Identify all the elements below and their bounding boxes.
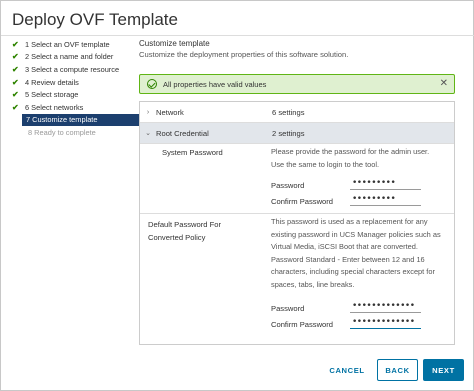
step-review-details[interactable]: ✔ 4 Review details [12,76,134,89]
group-name: Root Credential [156,128,209,138]
page-subtitle: Customize the deployment properties of t… [139,50,349,59]
deploy-ovf-dialog: Deploy OVF Template ✔ 1 Select an OVF tem… [0,0,474,391]
step-ready-to-complete: 8 Ready to complete [28,127,96,137]
success-check-circle-icon [147,79,157,89]
step-select-storage[interactable]: ✔ 5 Select storage [12,88,134,101]
description-line: Password Standard - Enter between 12 and… [271,254,425,264]
description-line: characters, including special characters… [271,267,435,276]
description-line: existing password in UCS Manager policie… [271,229,441,239]
step-customize-template[interactable]: 7 Customize template [22,113,139,127]
chevron-down-icon: ⌄ [145,130,151,137]
description-line: Use the same to login to the tool. [271,159,380,169]
system-password-input-label: Password [271,181,305,190]
validation-alert: All properties have valid values ✕ [139,74,455,94]
step-select-compute-resource[interactable]: ✔ 3 Select a compute resource [12,63,134,76]
description-line: Virtual Media, iSCSI Boot that are conve… [271,242,418,251]
default-confirm-password-field[interactable]: ••••••••••••• [350,317,421,329]
check-icon: ✔ [12,39,19,49]
default-password-description: This password is used as a replacement f… [271,216,441,291]
description-line: Please provide the password for the admi… [271,147,430,156]
system-confirm-password-label: Confirm Password [271,197,334,206]
section-divider [140,213,454,214]
system-password-label: System Password [162,148,223,157]
check-icon: ✔ [12,102,19,112]
default-password-label: Default Password For Converted Policy [148,218,221,244]
default-password-input-label: Password [271,304,305,313]
label-line: Default Password For [148,220,222,229]
description-line: This password is used as a replacement f… [271,217,428,226]
close-icon[interactable]: ✕ [440,78,448,89]
network-group-row[interactable]: › Network 6 settings [140,102,454,123]
check-icon: ✔ [12,64,19,74]
root-credential-group-row[interactable]: ⌄ Root Credential 2 settings [140,123,454,144]
content-header: Customize template Customize the deploym… [139,39,455,59]
step-select-name-folder[interactable]: ✔ 2 Select a name and folder [12,51,134,64]
check-icon: ✔ [12,52,19,62]
wizard-steps: ✔ 1 Select an OVF template ✔ 2 Select a na… [12,38,139,139]
group-settings-count: 2 settings [272,128,305,138]
back-button[interactable]: BACK [377,359,418,381]
description-line: spaces, tabs, line breaks. [271,279,355,289]
alert-message: All properties have valid values [163,79,267,89]
default-password-field[interactable]: ••••••••••••• [350,301,421,313]
group-settings-count: 6 settings [272,107,305,117]
label-line: Converted Policy [148,233,206,242]
page-title: Customize template [139,39,210,48]
dialog-title: Deploy OVF Template [12,10,178,29]
system-password-description: Please provide the password for the admi… [271,146,429,171]
properties-panel: › Network 6 settings ⌄ Root Credential 2… [139,101,455,345]
step-select-networks[interactable]: ✔ 6 Select networks [12,101,134,114]
title-divider [1,35,474,36]
system-confirm-password-field[interactable]: ••••••••• [350,194,421,206]
system-password-field[interactable]: ••••••••• [350,178,421,190]
check-icon: ✔ [12,90,19,100]
check-icon: ✔ [12,77,19,87]
next-button[interactable]: NEXT [423,359,464,381]
cancel-button[interactable]: CANCEL [324,359,370,381]
default-confirm-password-label: Confirm Password [271,320,334,329]
chevron-right-icon: › [146,108,150,116]
step-select-ovf-template[interactable]: ✔ 1 Select an OVF template [12,38,134,51]
group-name: Network [156,107,184,117]
